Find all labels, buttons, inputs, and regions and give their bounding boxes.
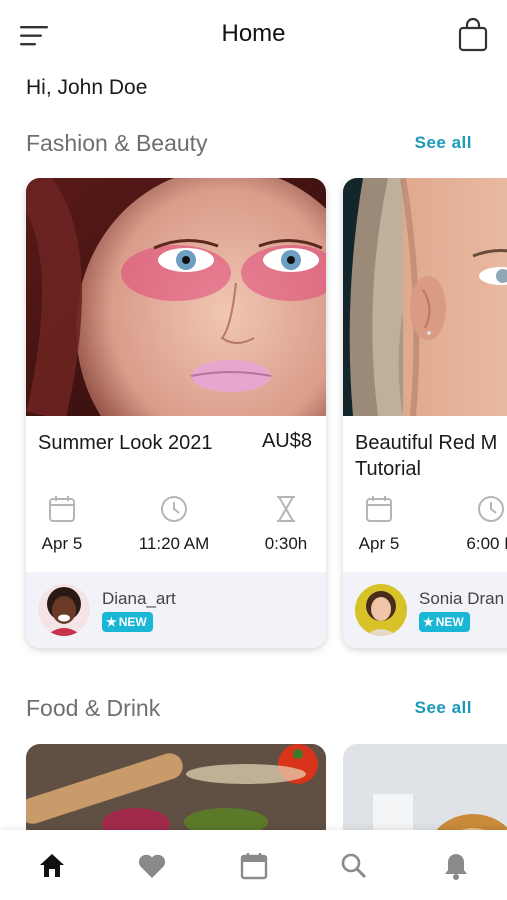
event-image [343,744,507,830]
section-header-food: Food & Drink See all [26,695,472,725]
fashion-carousel[interactable]: Summer Look 2021 AU$8 Apr 5 11:20 AM 0:3… [0,178,507,656]
food-carousel[interactable] [0,744,507,830]
avatar[interactable] [355,584,407,636]
home-screen: Home Hi, John Doe Fashion & Beauty See a… [0,0,507,900]
time-text: 6:00 P [466,534,507,553]
new-badge: ★ NEW [419,612,470,632]
event-date: Apr 5 [26,494,107,554]
new-badge: ★ NEW [102,612,153,632]
hourglass-icon [241,494,326,524]
see-all-link[interactable]: See all [415,698,472,718]
see-all-link[interactable]: See all [415,133,472,153]
calendar-icon[interactable] [238,850,270,882]
author-name: Diana_art [102,589,176,608]
section-title: Fashion & Beauty [26,130,208,156]
search-icon[interactable] [338,850,370,882]
avatar[interactable] [38,584,90,636]
clock-icon [446,494,507,524]
event-card[interactable]: Beautiful Red M Tutorial Apr 5 6:00 Soni… [343,178,507,648]
date-text: Apr 5 [41,534,83,553]
section-header-fashion: Fashion & Beauty See all [26,130,472,160]
star-icon: ★ [423,615,434,629]
clock-icon [129,494,219,524]
bottom-tab-bar [0,830,507,900]
section-title: Food & Drink [26,695,161,721]
star-icon: ★ [106,615,117,629]
event-time: 11:20 AM [129,494,219,554]
calendar-icon [343,494,424,524]
home-icon[interactable] [36,850,68,882]
shopping-bag-icon[interactable] [457,17,489,53]
app-header: Home [0,0,507,72]
author-bar: Diana_art ★ NEW [26,572,326,648]
author-name: Sonia Dran [419,589,505,608]
event-image [26,744,326,830]
badge-label: NEW [435,615,464,629]
heart-icon[interactable] [136,850,168,882]
event-card[interactable] [343,744,507,830]
calendar-icon [26,494,107,524]
event-image [343,178,507,417]
event-image [26,178,326,488]
author-bar: Sonia Dran ★ NEW [343,572,507,648]
event-title: Summer Look 2021 [38,432,213,454]
date-text: Apr 5 [358,534,400,553]
page-title: Home [221,20,286,47]
bell-icon[interactable] [440,850,472,882]
event-time: 6:00 P [446,494,507,554]
event-price: AU$8 [261,430,312,452]
duration-text: 0:30h [264,534,308,553]
badge-label: NEW [118,615,147,629]
greeting-text: Hi, John Doe [26,76,148,99]
event-date: Apr 5 [343,494,424,554]
time-text: 11:20 AM [138,534,210,553]
event-card[interactable] [26,744,326,830]
event-card[interactable]: Summer Look 2021 AU$8 Apr 5 11:20 AM 0:3… [26,178,326,648]
event-title: Beautiful Red M Tutorial [355,432,498,480]
event-duration: 0:30h [241,494,326,554]
